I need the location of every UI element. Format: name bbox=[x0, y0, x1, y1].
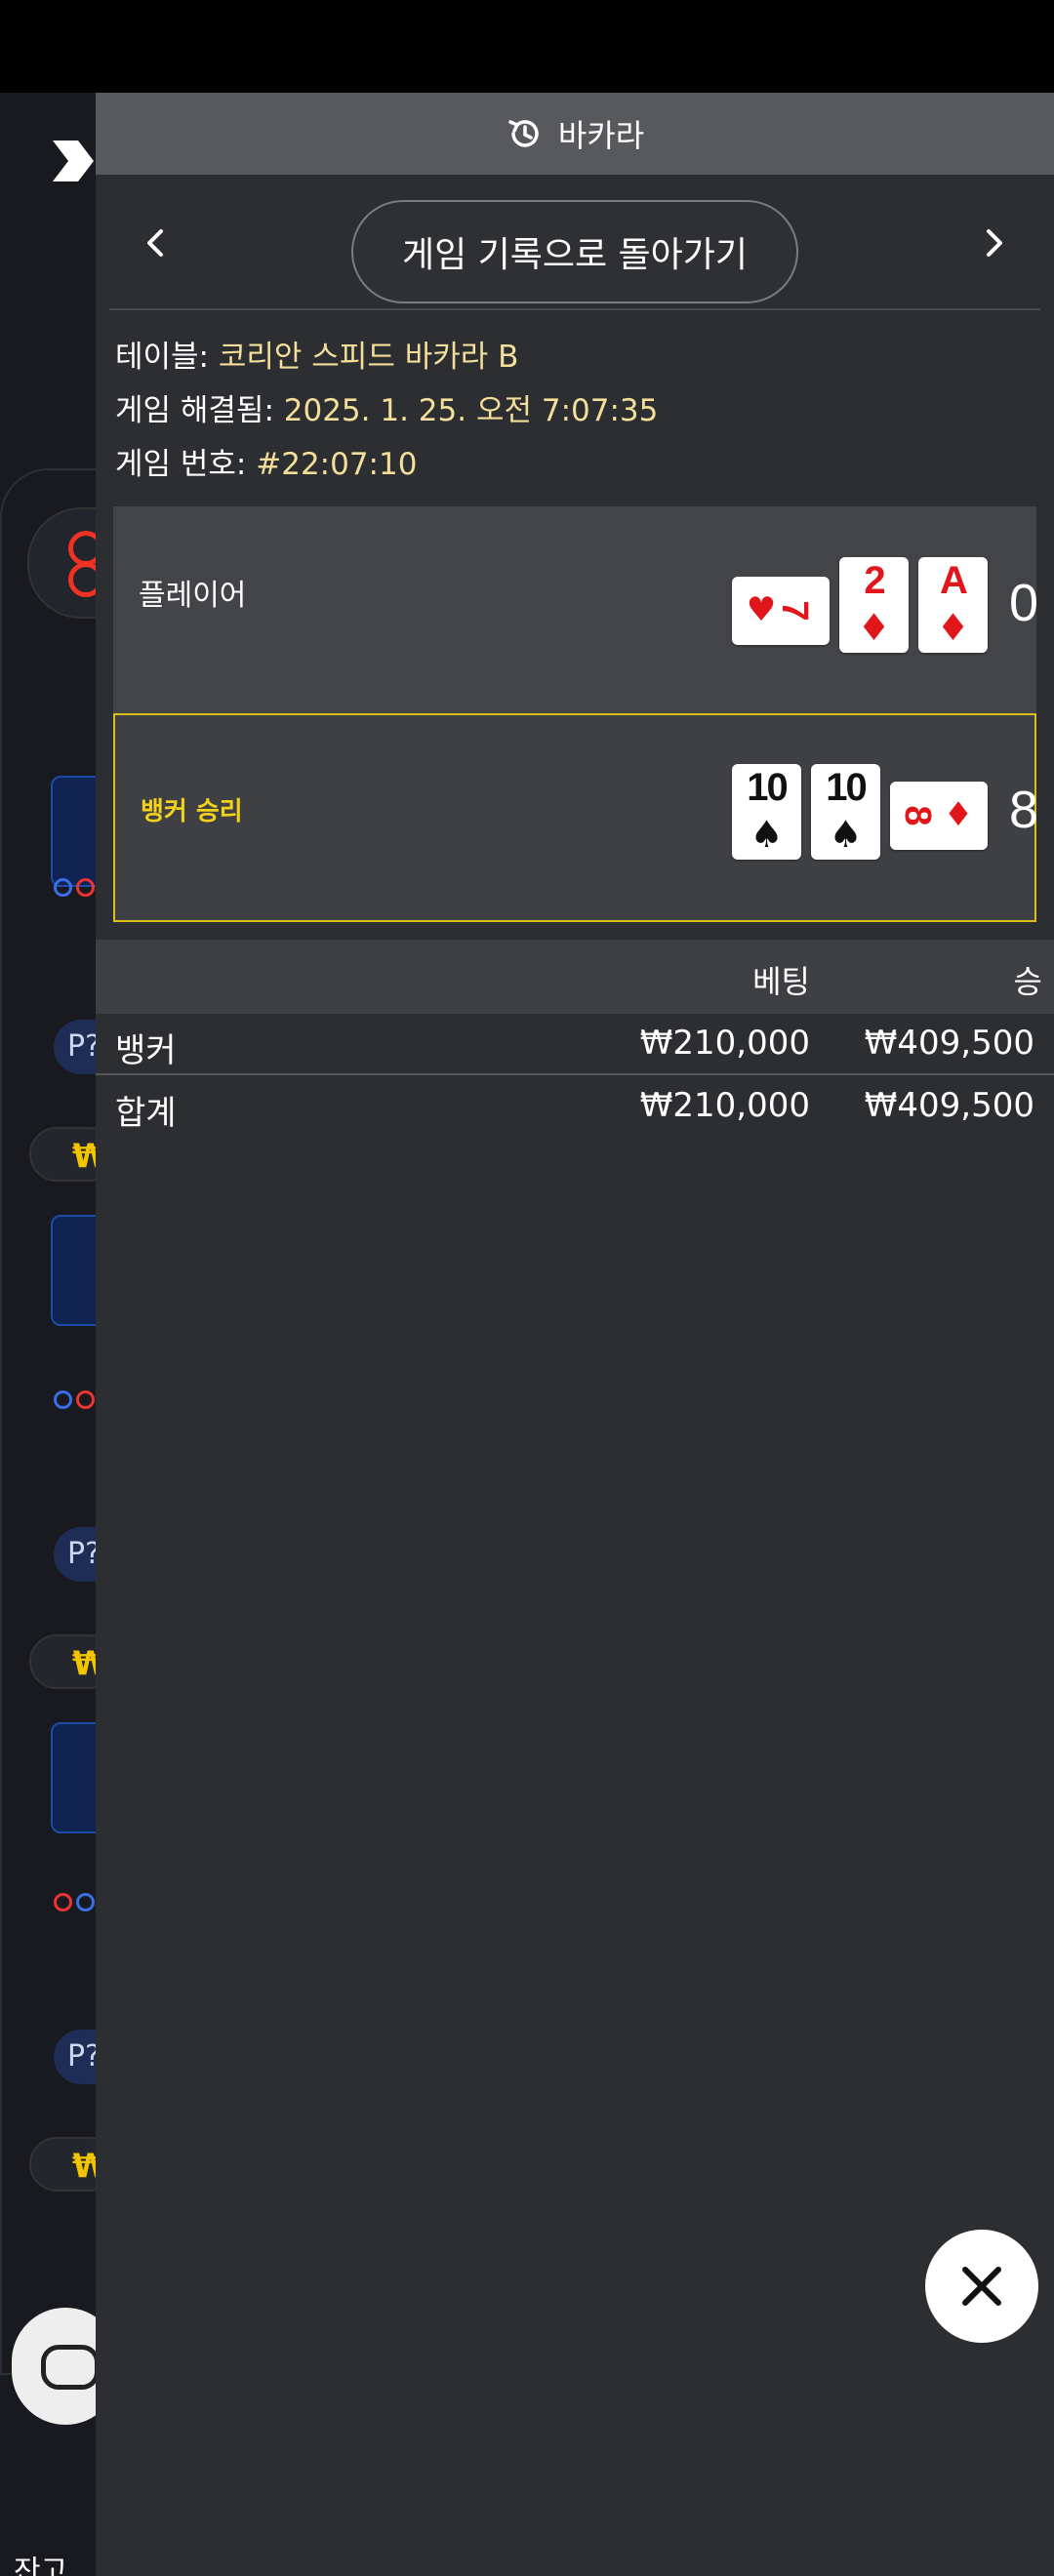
playing-card: ♥ 7 bbox=[732, 577, 830, 645]
history-icon bbox=[508, 120, 539, 147]
banker-score: 8 bbox=[1009, 781, 1039, 839]
previous-game-button[interactable] bbox=[137, 223, 176, 262]
playing-card: 2 ♦ bbox=[839, 557, 909, 653]
playing-card: A ♦ bbox=[918, 557, 988, 653]
chevron-left-icon bbox=[147, 229, 163, 257]
divider bbox=[96, 1073, 1054, 1075]
bet-type: 뱅커 bbox=[115, 1031, 177, 1070]
back-to-history-button[interactable]: 게임 기록으로 돌아가기 bbox=[351, 200, 798, 303]
next-game-button[interactable] bbox=[974, 223, 1013, 262]
close-icon bbox=[962, 2267, 1001, 2306]
card-rank: A bbox=[940, 559, 968, 602]
divider bbox=[109, 308, 1040, 310]
player-hand: 플레이어 ♥ 7 2 ♦ A ♦ 0 bbox=[113, 506, 1039, 715]
total-bet-amount: ₩210,000 bbox=[639, 1086, 810, 1125]
game-number-info: 게임 번호: #22:07:10 bbox=[115, 439, 417, 483]
table-value: 코리안 스피드 바카라 B bbox=[218, 340, 519, 375]
banker-hand: 뱅커 승리 10 ♠ 10 ♠ ♦ 8 8 bbox=[113, 713, 1039, 922]
card-rank: 7 bbox=[774, 600, 815, 620]
resolved-value: 2025. 1. 25. 오전 7:07:35 bbox=[283, 393, 659, 428]
table-row: 뱅커 ₩210,000 ₩409,500 bbox=[96, 1014, 1054, 1076]
playing-card: ♦ 8 bbox=[890, 782, 988, 850]
card-rank: 2 bbox=[864, 559, 885, 602]
bet-column-header: 베팅 bbox=[752, 963, 810, 1000]
spade-suit-icon: ♠ bbox=[829, 813, 863, 856]
status-bar bbox=[0, 0, 1054, 93]
playing-card: 10 ♠ bbox=[732, 764, 801, 860]
close-button[interactable] bbox=[925, 2230, 1038, 2343]
resolved-label: 게임 해결됨: bbox=[115, 393, 274, 428]
win-amount: ₩409,500 bbox=[864, 1024, 1034, 1063]
diamond-suit-icon: ♦ bbox=[943, 795, 974, 834]
card-rank: 10 bbox=[826, 766, 868, 809]
playing-card: 10 ♠ bbox=[811, 764, 880, 860]
diamond-suit-icon: ♦ bbox=[936, 606, 970, 649]
diamond-suit-icon: ♦ bbox=[857, 606, 891, 649]
table-info: 테이블: 코리안 스피드 바카라 B bbox=[115, 332, 518, 376]
panel-header: 바카라 bbox=[96, 93, 1054, 175]
chevron-right-icon bbox=[987, 229, 1002, 257]
chat-icon bbox=[41, 2345, 100, 2390]
card-rank: 8 bbox=[897, 805, 938, 825]
resolved-info: 게임 해결됨: 2025. 1. 25. 오전 7:07:35 bbox=[115, 385, 658, 429]
bet-amount: ₩210,000 bbox=[639, 1024, 810, 1063]
game-number-value: #22:07:10 bbox=[256, 447, 418, 482]
table-row-total: 합계 ₩210,000 ₩409,500 bbox=[96, 1076, 1054, 1139]
player-score: 0 bbox=[1009, 574, 1039, 632]
total-label: 합계 bbox=[115, 1094, 177, 1133]
spade-suit-icon: ♠ bbox=[750, 813, 784, 856]
banker-win-label: 뱅커 승리 bbox=[141, 797, 243, 826]
game-history-panel: 바카라 게임 기록으로 돌아가기 테이블: 코리안 스피드 바카라 B 게임 해… bbox=[96, 93, 1054, 2576]
panel-title: 바카라 bbox=[557, 117, 645, 154]
player-label: 플레이어 bbox=[139, 579, 247, 613]
balance-label: 잔고 bbox=[14, 2555, 68, 2576]
card-rank: 10 bbox=[747, 766, 789, 809]
total-win-amount: ₩409,500 bbox=[864, 1086, 1034, 1125]
bet-table-header: 베팅 승 bbox=[96, 940, 1054, 1014]
win-column-header: 승 bbox=[1013, 963, 1042, 1000]
game-number-label: 게임 번호: bbox=[115, 447, 247, 482]
table-label: 테이블: bbox=[115, 340, 210, 375]
